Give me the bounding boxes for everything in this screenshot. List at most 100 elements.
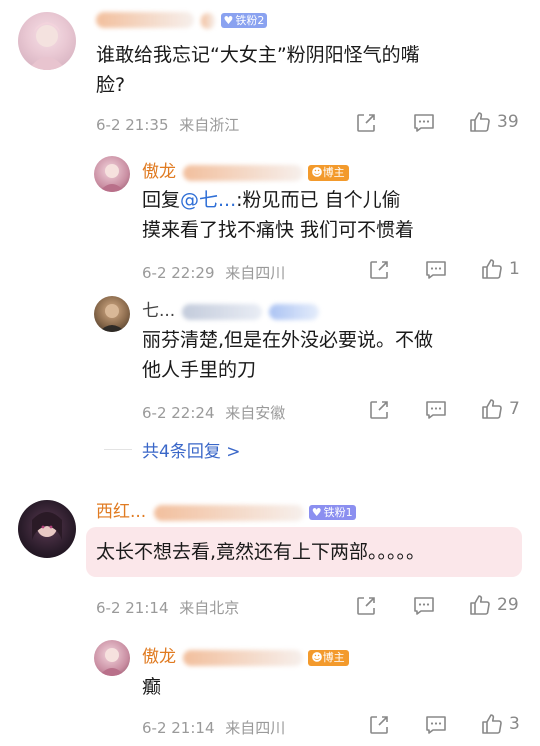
more-replies-text: 共4条回复 > <box>142 442 241 462</box>
reply-text-rest: :粉见而已 自个儿偷 <box>236 189 401 211</box>
like-button[interactable]: 1 <box>480 257 520 281</box>
reply-text-line: 回复@七...:粉见而已 自个儿偷 <box>142 185 522 215</box>
avatar-image <box>32 512 62 540</box>
comment-text-line: 谁敢给我忘记“大女主”粉阴阳怪气的嘴 <box>96 44 420 66</box>
location: 来自安徽 <box>225 404 286 422</box>
location: 来自北京 <box>179 599 240 617</box>
user-name[interactable]: 傲龙 <box>142 162 176 182</box>
mention-text: @七... <box>180 189 237 211</box>
blurred-badge <box>269 303 320 320</box>
divider <box>104 449 132 450</box>
share-button[interactable] <box>368 259 390 281</box>
reply-prefix: 回复 <box>142 189 181 211</box>
share-button[interactable] <box>355 595 377 617</box>
blurred-name <box>183 164 304 181</box>
comment-button[interactable] <box>424 259 448 281</box>
timestamp: 6-2 21:14 <box>142 719 215 737</box>
reply-header: 傲龙 ☻博主 <box>142 157 349 182</box>
like-icon <box>470 112 490 132</box>
reply-header: 傲龙 ☻博主 <box>142 642 349 667</box>
fan-badge: ♥ 铁粉2 <box>220 13 268 28</box>
user-name[interactable]: 西红... <box>96 502 152 522</box>
avatar[interactable] <box>18 500 76 558</box>
blurred-badge <box>201 12 216 29</box>
like-count: 3 <box>509 714 520 734</box>
user-name[interactable]: 七... <box>142 301 175 321</box>
like-icon <box>482 399 502 419</box>
comment-button[interactable] <box>424 399 448 421</box>
like-count: 7 <box>509 399 520 419</box>
more-replies-link[interactable]: 共4条回复 > <box>142 437 240 462</box>
blurred-name <box>182 303 263 320</box>
comment-text: 谁敢给我忘记“大女主”粉阴阳怪气的嘴 脸? <box>96 40 516 100</box>
reply-text-line: 丽芬清楚,但是在外没必要说。不做 <box>142 329 434 351</box>
timestamp: 6-2 22:29 <box>142 264 215 282</box>
comment-icon <box>414 597 434 615</box>
share-icon <box>357 597 375 615</box>
blurred-name <box>153 504 304 521</box>
avatar-image <box>99 648 125 676</box>
user-name[interactable]: 傲龙 <box>142 647 176 667</box>
reply-text: 丽芬清楚,但是在外没必要说。不做 他人手里的刀 <box>142 325 522 385</box>
like-button[interactable]: 7 <box>480 397 520 421</box>
comment-text-line: 太长不想去看,竟然还有上下两部。。。。。 <box>96 541 426 563</box>
reply-text-line: 他人手里的刀 <box>142 359 257 381</box>
like-icon <box>470 595 490 615</box>
like-button[interactable]: 29 <box>468 593 519 617</box>
comment-icon <box>426 261 446 279</box>
timestamp: 6-2 21:35 <box>96 116 169 134</box>
like-count: 39 <box>497 112 519 132</box>
share-icon <box>370 401 388 419</box>
user-name-text: 西红... <box>96 502 147 522</box>
comment-header: 西红... ♥ 铁粉1 <box>96 497 356 522</box>
like-count: 1 <box>509 259 520 279</box>
reply-text-line: 摸来看了找不痛快 我们可不惯着 <box>142 219 415 241</box>
reply-text: 癫 <box>142 672 522 702</box>
like-button[interactable]: 3 <box>480 712 520 736</box>
location: 来自四川 <box>225 264 286 282</box>
mention-link[interactable]: @七... <box>180 189 236 211</box>
comment-icon <box>426 716 446 734</box>
avatar-image <box>99 164 125 192</box>
user-name[interactable] <box>96 10 199 30</box>
timestamp: 6-2 21:14 <box>96 599 169 617</box>
avatar[interactable] <box>94 296 130 332</box>
comment-button[interactable] <box>412 112 436 134</box>
comment-icon <box>426 401 446 419</box>
location: 来自浙江 <box>179 116 240 134</box>
like-button[interactable]: 39 <box>468 110 519 134</box>
comment-icon <box>414 114 434 132</box>
comment-button[interactable] <box>412 595 436 617</box>
reply-meta: 6-2 22:29 来自四川 <box>142 262 285 283</box>
reply-meta: 6-2 22:24 来自安徽 <box>142 402 285 423</box>
share-icon <box>357 114 375 132</box>
like-count: 29 <box>497 595 519 615</box>
avatar[interactable] <box>18 12 76 70</box>
blurred-name <box>183 649 304 666</box>
like-icon <box>482 714 502 734</box>
comment-meta: 6-2 21:35 来自浙江 <box>96 114 239 135</box>
reply-header: 七... <box>142 296 320 321</box>
avatar[interactable] <box>94 156 130 192</box>
avatar[interactable] <box>94 640 130 676</box>
share-icon <box>370 716 388 734</box>
share-icon <box>370 261 388 279</box>
avatar-image <box>99 304 125 332</box>
comment-button[interactable] <box>424 714 448 736</box>
comment-meta: 6-2 21:14 来自北京 <box>96 597 239 618</box>
share-button[interactable] <box>368 714 390 736</box>
blogger-badge: ☻博主 <box>308 164 349 181</box>
comment-text-line: 脸? <box>96 74 126 96</box>
timestamp: 6-2 22:24 <box>142 404 215 422</box>
blurred-name <box>96 12 194 28</box>
avatar-image <box>28 22 66 70</box>
reply-text-line: 癫 <box>142 676 162 698</box>
share-button[interactable] <box>368 399 390 421</box>
reply-meta: 6-2 21:14 来自四川 <box>142 717 285 738</box>
like-icon <box>482 259 502 279</box>
share-button[interactable] <box>355 112 377 134</box>
comment-header: ♥ 铁粉2 <box>96 10 268 30</box>
blogger-badge: ☻博主 <box>308 649 349 666</box>
comment-text: 太长不想去看,竟然还有上下两部。。。。。 <box>96 537 516 567</box>
location: 来自四川 <box>225 719 286 737</box>
